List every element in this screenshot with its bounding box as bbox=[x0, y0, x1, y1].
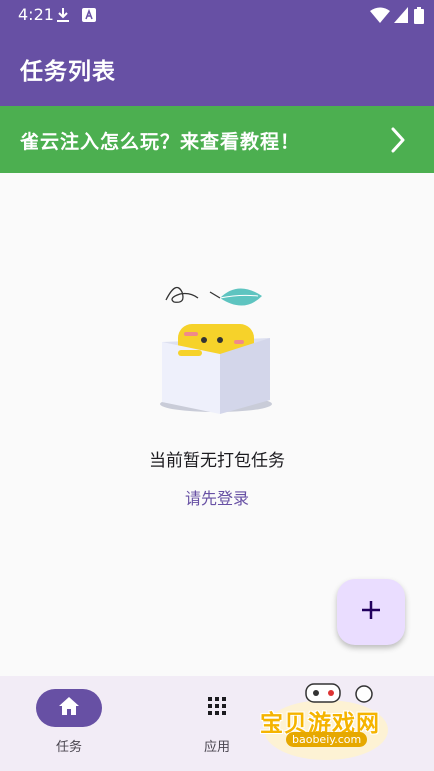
status-bar: 4:21 bbox=[0, 0, 434, 30]
add-task-fab[interactable] bbox=[337, 579, 405, 645]
watermark-logo: 宝贝游戏网 baobeiy.com bbox=[256, 682, 406, 762]
battery-icon bbox=[414, 7, 424, 28]
keyboard-a-icon bbox=[82, 7, 96, 26]
home-icon bbox=[58, 696, 80, 720]
nav-label-tasks: 任务 bbox=[55, 740, 82, 755]
app-bar: 任务列表 bbox=[0, 30, 434, 106]
tutorial-banner[interactable]: 雀云注入怎么玩？来查看教程！ bbox=[0, 106, 434, 173]
wifi-icon bbox=[370, 7, 390, 27]
nav-indicator bbox=[184, 689, 250, 727]
empty-box-illustration bbox=[158, 280, 278, 424]
watermark-url: baobeiy.com bbox=[286, 732, 368, 747]
signal-icon bbox=[394, 7, 408, 27]
download-icon bbox=[56, 7, 70, 27]
tutorial-banner-text: 雀云注入怎么玩？来查看教程！ bbox=[20, 131, 301, 153]
login-link[interactable]: 请先登录 bbox=[0, 485, 434, 509]
nav-item-tasks[interactable]: 任务 bbox=[0, 676, 144, 771]
nav-indicator bbox=[36, 689, 102, 727]
chevron-right-icon bbox=[388, 126, 408, 158]
apps-grid-icon bbox=[208, 697, 226, 719]
empty-state-message: 当前暂无打包任务 bbox=[149, 451, 285, 471]
page-title: 任务列表 bbox=[20, 59, 116, 85]
status-time: 4:21 bbox=[18, 5, 54, 24]
plus-icon bbox=[360, 599, 382, 625]
